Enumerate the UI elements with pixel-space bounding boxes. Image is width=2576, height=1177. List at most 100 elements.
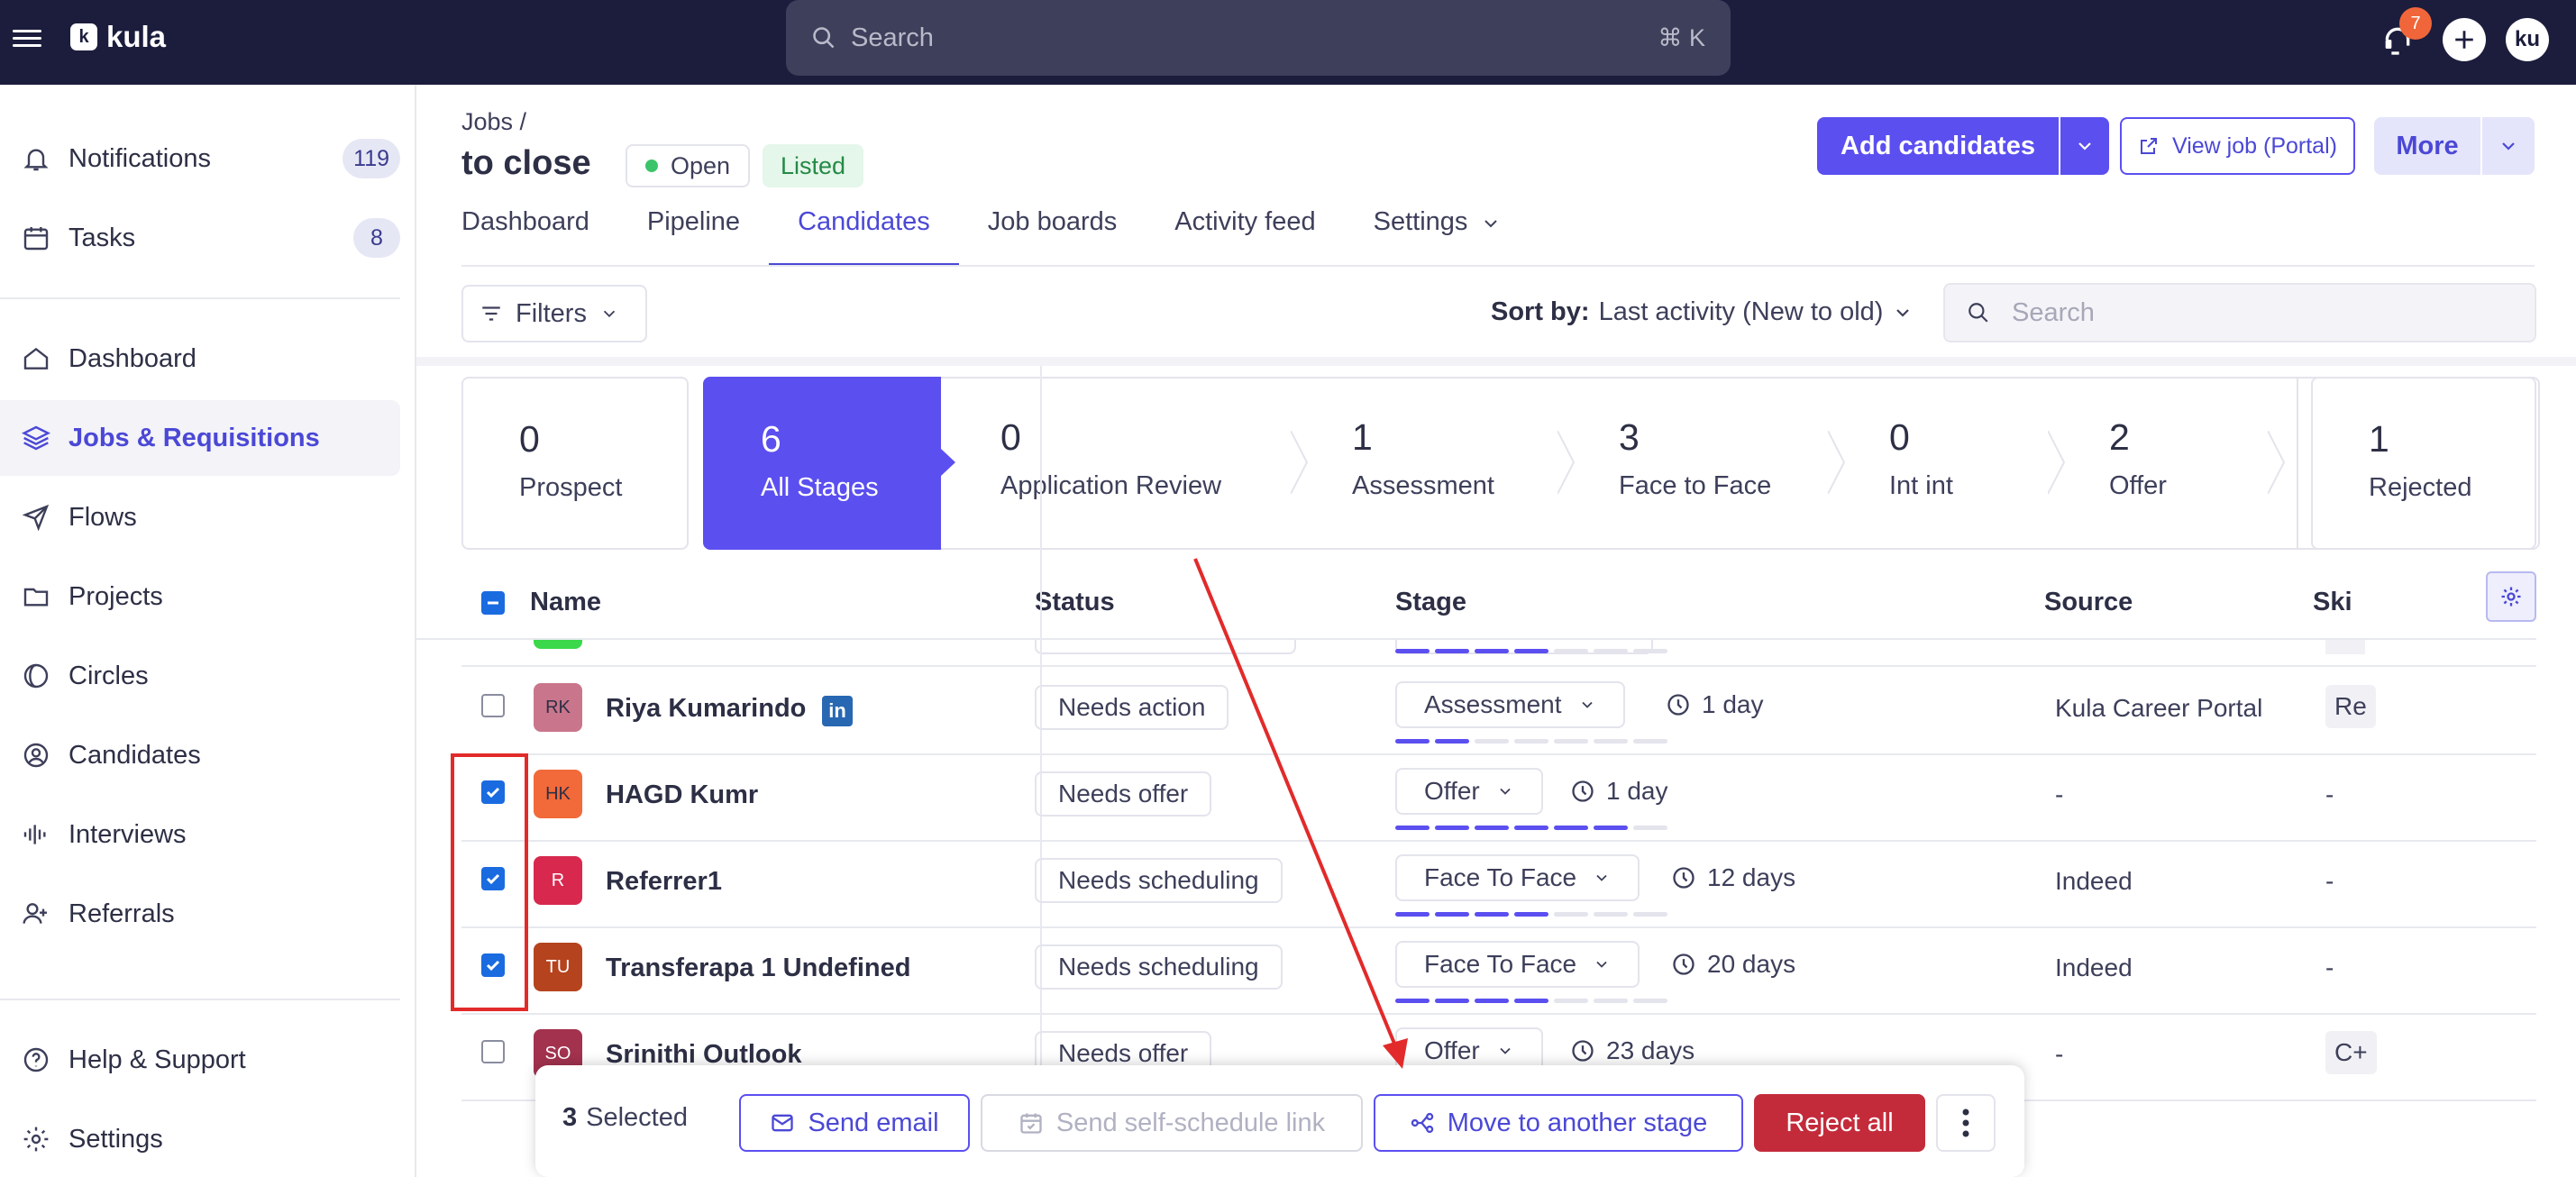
sidebar-item-projects[interactable]: Projects [0,559,400,634]
tab-activity-feed[interactable]: Activity feed [1146,207,1344,267]
search-icon [1969,303,1988,323]
status-dot [645,160,658,172]
skill-chip: Re [2325,685,2376,728]
stage-card-offer[interactable]: 2 Offer [2051,377,2271,550]
sidebar-item-settings[interactable]: Settings [0,1101,400,1177]
stage-dropdown[interactable]: Face To Face [1395,854,1640,901]
sidebar-item-flows[interactable]: Flows [0,479,400,555]
chevron-down-icon [2502,142,2515,151]
kula-logo[interactable]: k kula [70,20,166,54]
sort-value: Last activity (New to old) [1598,297,1884,326]
plus-icon [2455,31,2473,49]
row-checkbox[interactable] [481,1040,505,1063]
column-header-name[interactable]: Name [530,588,601,617]
stage-label: Int int [1889,471,1953,500]
sidebar-item-jobs-requisitions[interactable]: Jobs & Requisitions [0,400,400,476]
candidate-name[interactable]: Riya Kumarindo [606,694,806,724]
stage-progress [1395,739,1667,744]
sidebar-item-label: Tasks [69,223,136,252]
stage-summary-bar: 0 Prospect 6 All Stages 0 Application Re… [461,377,2540,550]
candidate-search-input[interactable]: Search [1943,283,2536,342]
filters-button[interactable]: Filters [461,285,647,342]
sidebar-item-label: Circles [69,661,149,690]
clock-icon [1667,694,1689,716]
sidebar-item-interviews[interactable]: Interviews [0,797,400,872]
stage-count: 0 [1000,416,1021,458]
candidate-name[interactable]: HAGD Kumr [606,780,758,810]
stage-card-rejected[interactable]: 1 Rejected [2311,377,2536,550]
sidebar-item-referrals[interactable]: Referrals [0,876,400,952]
notifications-button[interactable]: 7 [2376,7,2432,61]
more-dropdown[interactable] [2482,117,2535,175]
stage-card-int-int[interactable]: 0 Int int [1832,377,2051,550]
breadcrumb[interactable]: Jobs / [461,108,526,136]
candidate-name[interactable]: Referrer1 [606,867,722,897]
stage-card-face-to-face[interactable]: 3 Face to Face [1561,377,1832,550]
stage-dropdown[interactable]: Face To Face [1395,941,1640,988]
stage-card-all-stages[interactable]: 6 All Stages [703,377,941,550]
stage-card-assessment[interactable]: 1 Assessment [1294,377,1561,550]
move-stage-label: Move to another stage [1447,1108,1708,1137]
global-search-input[interactable]: Search ⌘ K [786,0,1731,76]
view-job-label: View job (Portal) [2172,132,2337,159]
tab-dashboard[interactable]: Dashboard [461,207,618,267]
tab-job-boards[interactable]: Job boards [959,207,1146,267]
help-icon [20,1044,52,1076]
tab-pipeline[interactable]: Pipeline [618,207,769,267]
add-candidates-button[interactable]: Add candidates [1817,117,2059,175]
stage-count: 1 [2369,418,2389,460]
column-header-skills[interactable]: Ski [2313,588,2352,617]
linkedin-icon[interactable]: in [822,696,853,726]
send-email-button[interactable]: Send email [739,1094,970,1152]
candidate-name[interactable]: Transferapa 1 Undefined [606,953,910,983]
stage-dropdown[interactable]: Assessment [1395,681,1625,728]
view-job-portal-button[interactable]: View job (Portal) [2120,117,2355,175]
column-header-stage[interactable]: Stage [1395,588,1466,617]
avatar [534,640,582,649]
sidebar-divider [0,999,400,1000]
sidebar-item-help-support[interactable]: Help & Support [0,1022,400,1098]
waveform-icon [20,818,52,851]
stage-value: Face To Face [1424,950,1577,978]
stage-separator-icon [2268,431,2286,494]
stage-count: 2 [2109,416,2130,458]
user-avatar[interactable]: ku [2506,18,2549,61]
tab-candidates[interactable]: Candidates [769,207,959,267]
stage-dropdown[interactable]: Offer [1395,768,1543,815]
column-header-status[interactable]: Status [1035,588,1115,617]
row-checkbox[interactable] [481,694,505,717]
brand-name: kula [106,20,167,53]
status-badge-open[interactable]: Open [626,144,751,187]
status-badge-listed: Listed [763,144,864,187]
more-button[interactable]: More [2374,117,2480,175]
sidebar-item-candidates[interactable]: Candidates [0,717,400,793]
column-settings-button[interactable] [2486,571,2536,622]
table-row[interactable]: TU Transferapa 1 Undefined Needs schedul… [461,928,2536,1015]
stage-value: Offer [1424,1036,1480,1064]
sort-dropdown[interactable]: Sort by: Last activity (New to old) [1491,297,1914,327]
add-candidates-dropdown[interactable] [2060,117,2109,175]
move-to-another-stage-button[interactable]: Move to another stage [1374,1094,1743,1152]
selected-label: Selected [586,1103,688,1132]
table-header: Name Status Stage Source Ski [416,568,2536,640]
sidebar-item-label: Candidates [69,740,201,770]
stage-value: Offer [1424,777,1480,805]
table-row[interactable]: HK HAGD Kumr Needs offer Offer 1 day - - [461,755,2536,842]
menu-icon[interactable] [13,25,41,54]
reject-all-button[interactable]: Reject all [1754,1094,1925,1152]
sidebar-item-tasks[interactable]: Tasks 8 [0,200,400,276]
global-search-placeholder: Search [851,23,934,52]
tab-settings[interactable]: Settings [1345,207,1531,267]
send-self-schedule-link-button[interactable]: Send self-schedule link [981,1094,1363,1152]
column-header-source[interactable]: Source [2044,588,2133,617]
stage-card-application-review[interactable]: 0 Application Review [941,377,1291,550]
sidebar-item-dashboard[interactable]: Dashboard [0,321,400,397]
select-all-checkbox[interactable] [481,591,505,615]
create-button[interactable] [2443,18,2486,61]
table-row[interactable]: RK Riya Kumarindo in Needs action Assess… [461,669,2536,755]
more-actions-button[interactable] [1936,1094,1996,1152]
sidebar-item-notifications[interactable]: Notifications 119 [0,121,400,196]
table-row[interactable]: R Referrer1 Needs scheduling Face To Fac… [461,842,2536,928]
sidebar-item-circles[interactable]: Circles [0,638,400,714]
stage-card-prospect[interactable]: 0 Prospect [461,377,689,550]
